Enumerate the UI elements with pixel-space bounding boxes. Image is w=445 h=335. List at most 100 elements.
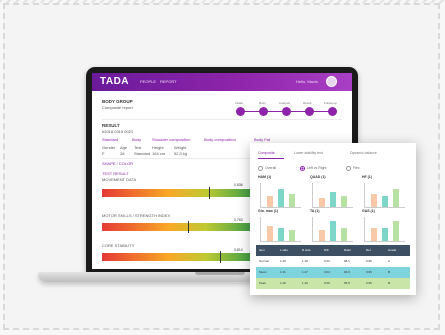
table-cell: 0.02 xyxy=(324,259,330,263)
meta-header: Age xyxy=(120,145,128,150)
gauge-label: CORE STABILITY xyxy=(102,243,135,248)
user-name[interactable]: Hello, Mavis xyxy=(296,79,318,84)
progress-step-3[interactable] xyxy=(282,107,291,116)
chip-standard[interactable]: Standard xyxy=(102,137,118,142)
mini-chart-bar xyxy=(278,189,284,207)
gauge-value: 0.836 xyxy=(234,183,243,187)
progress-step-label: Body xyxy=(259,101,266,105)
mini-chart: GAS (1) xyxy=(362,209,406,245)
table-cell: 0.95 xyxy=(366,281,372,285)
table-cell: 0.95 xyxy=(366,259,372,263)
table-header: Grade xyxy=(388,248,397,252)
mini-chart-title: GAS (1) xyxy=(362,209,375,213)
tab-dynamic-balance[interactable]: Dynamic balance xyxy=(350,151,377,155)
gauge-label: MOTOR SKILLS / STRENGTH INDEX xyxy=(102,213,171,218)
mini-chart-plot xyxy=(312,183,353,208)
progress-step-label: Intake xyxy=(235,101,244,105)
radio-overall[interactable] xyxy=(258,166,263,171)
mini-chart: Glu. max (1) xyxy=(258,209,302,245)
tab-composite[interactable]: Composite xyxy=(258,151,275,155)
mini-chart-bar xyxy=(289,194,295,207)
app-logo[interactable]: TADA xyxy=(100,76,129,87)
meta-value: Standard xyxy=(134,151,151,156)
report-card: Composite Lower stability test Dynamic b… xyxy=(250,143,416,295)
table-row[interactable]: Mean 1.31 1.27 0.04 96.9 0.95 B xyxy=(256,267,410,278)
progress-step-1[interactable] xyxy=(236,107,245,116)
mini-chart-bar xyxy=(371,194,377,207)
meta-value: 26 xyxy=(120,151,125,156)
meta-header: Gender xyxy=(102,145,116,150)
mini-chart-plot xyxy=(312,217,353,242)
app-header: TADA PEOPLE REPORT Hello, Mavis xyxy=(92,73,352,91)
tab-lower-stability[interactable]: Lower stability test xyxy=(294,151,323,155)
mini-chart-bar xyxy=(382,228,388,241)
gauge-bar xyxy=(102,223,250,231)
section-title: SHAPE / COLOR xyxy=(102,161,134,166)
table-cell: 0.04 xyxy=(324,270,330,274)
mini-chart-title: Glu. max (1) xyxy=(258,209,279,213)
table-cell: B xyxy=(388,281,391,285)
nav-item-people[interactable]: PEOPLE xyxy=(140,79,156,84)
mini-chart-plot xyxy=(364,183,405,208)
chip-body[interactable]: Body xyxy=(132,137,141,142)
active-tab-underline xyxy=(258,158,284,159)
table-cell: 95.8 xyxy=(344,281,350,285)
page-title: BODY GROUP xyxy=(102,99,133,104)
mini-chart: QUAD (1) xyxy=(310,175,354,211)
table-header: Ref xyxy=(366,248,371,252)
chip-body-composition[interactable]: Body-composition xyxy=(204,137,236,142)
nav-item-report[interactable]: REPORT xyxy=(160,79,177,84)
gauge-value: 0.763 xyxy=(234,218,243,222)
mini-chart-bar xyxy=(278,228,284,241)
chip-shoulder[interactable]: Shoulder composition xyxy=(152,137,190,142)
mini-chart-bar xyxy=(267,226,273,241)
progress-step-5[interactable] xyxy=(328,107,337,116)
mini-chart-title: HF (1) xyxy=(362,175,372,179)
mini-chart-bar xyxy=(382,196,388,207)
mini-chart: TA (1) xyxy=(310,209,354,245)
section-subtitle: TEST RESULT xyxy=(102,171,129,176)
mini-chart-bar xyxy=(319,198,325,207)
mini-chart-bar xyxy=(393,189,399,207)
table-header: Ratio xyxy=(344,248,352,252)
progress-step-label: Analysis xyxy=(279,101,291,105)
mini-chart-bar xyxy=(393,221,399,241)
gauge-value: 0.814 xyxy=(234,248,243,252)
table-cell: Mean xyxy=(259,270,267,274)
gauge-marker xyxy=(188,221,189,233)
radio-label: Overall xyxy=(265,166,277,170)
chip-body-fat[interactable]: Body Fat xyxy=(254,137,270,142)
mini-chart-bar xyxy=(319,230,325,241)
table-cell: 1.40 xyxy=(302,281,308,285)
result-id: #2018 0315 0021 xyxy=(102,129,134,134)
table-cell: Normal xyxy=(259,259,269,263)
table-cell: Peak xyxy=(259,281,266,285)
mini-chart-bar xyxy=(267,196,273,207)
progress-step-4[interactable] xyxy=(305,107,314,116)
mini-chart-plot xyxy=(260,183,301,208)
radio-label: Left vs Right xyxy=(307,166,327,170)
result-label: RESULT xyxy=(102,123,120,128)
meta-value: 164 cm xyxy=(152,151,166,156)
divider xyxy=(102,119,342,120)
radio-flex[interactable] xyxy=(346,166,351,171)
table-row[interactable]: Peak 1.46 1.40 0.06 95.8 0.95 B xyxy=(256,278,410,289)
table-row[interactable]: Normal 1.20 1.18 0.02 98.1 0.95 A xyxy=(256,256,410,267)
avatar[interactable] xyxy=(326,76,337,87)
meta-header: Test xyxy=(134,145,142,150)
gauge-bar xyxy=(102,253,250,261)
meta-header: Height xyxy=(152,145,164,150)
progress-step-2[interactable] xyxy=(259,107,268,116)
table-cell: 1.27 xyxy=(302,270,308,274)
radio-left-right[interactable] xyxy=(300,166,305,171)
progress-step-label: Result xyxy=(303,101,312,105)
table-cell: 0.06 xyxy=(324,281,330,285)
results-table: Item L side R side Diff Ratio Ref Grade … xyxy=(256,245,410,289)
table-cell: 0.95 xyxy=(366,270,372,274)
gauge-marker xyxy=(209,187,210,199)
table-cell: 98.1 xyxy=(344,259,350,263)
table-cell: 1.18 xyxy=(302,259,308,263)
mini-chart-bar xyxy=(330,221,336,241)
mini-chart-title: TA (1) xyxy=(310,209,320,213)
table-cell: 1.31 xyxy=(280,270,286,274)
